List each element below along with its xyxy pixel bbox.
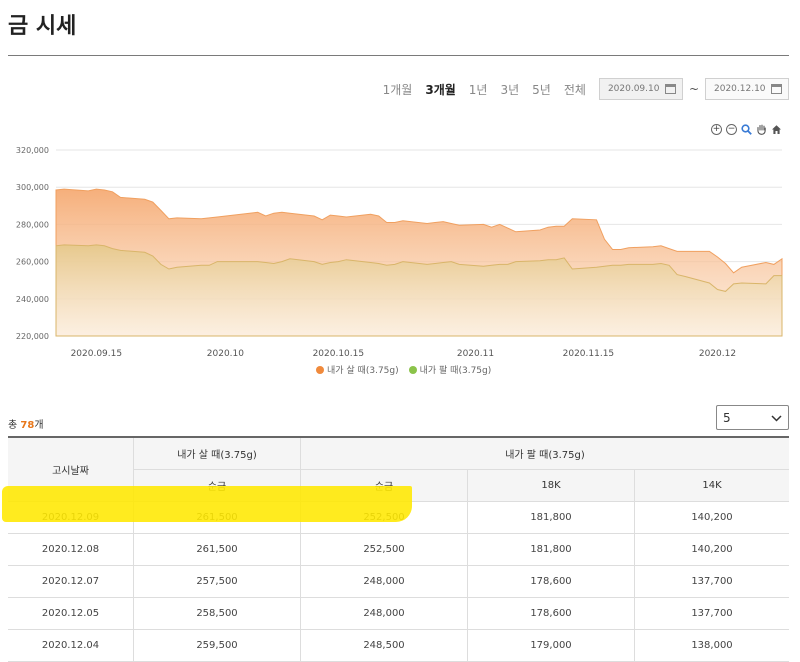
period-1m[interactable]: 1개월 [383, 81, 413, 98]
chart-legend: 내가 살 때(3.75g) 내가 팔 때(3.75g) [316, 363, 491, 376]
x-tick-label: 2020.11 [457, 349, 494, 358]
cell-sell-18k: 179,000 [467, 629, 635, 662]
period-filter: 1개월 3개월 1년 3년 5년 전체 2020.09.10 ~ 2020.12… [383, 78, 789, 100]
cell-sell-18k: 178,600 [467, 597, 635, 630]
total-count-prefix: 총 [8, 420, 21, 431]
col-header-sell: 내가 팔 때(3.75g) [300, 436, 789, 470]
table-row: 2020.12.08 261,500 252,500 181,800 140,2… [8, 533, 789, 566]
date-to-value: 2020.12.10 [714, 84, 766, 94]
date-from-input[interactable]: 2020.09.10 [598, 78, 683, 100]
legend-item-sell[interactable]: 내가 팔 때(3.75g) [408, 363, 492, 376]
zoom-out-icon[interactable]: − [726, 124, 737, 135]
calendar-icon[interactable] [664, 84, 676, 94]
x-tick-label: 2020.12 [699, 349, 736, 358]
date-from-value: 2020.09.10 [607, 84, 660, 94]
cell-buy-pure: 261,500 [133, 501, 301, 534]
col-header-14k: 14K [634, 469, 789, 502]
cell-buy-pure: 258,500 [133, 597, 301, 630]
y-tick-label: 280,000 [16, 220, 49, 229]
date-separator: ~ [688, 82, 699, 96]
col-header-date: 고시날짜 [8, 436, 134, 502]
y-tick-label: 220,000 [16, 332, 49, 341]
x-tick-label: 2020.10 [207, 349, 244, 358]
period-3m[interactable]: 3개월 [425, 81, 455, 98]
period-5y[interactable]: 5년 [532, 81, 551, 98]
period-1y[interactable]: 1년 [469, 81, 488, 98]
cell-sell-18k: 178,600 [467, 565, 635, 598]
total-count-number: 78 [20, 420, 35, 431]
period-all[interactable]: 전체 [564, 81, 586, 98]
cell-date: 2020.12.09 [8, 501, 134, 534]
y-tick-label: 320,000 [16, 146, 49, 155]
cell-sell-14k: 137,700 [634, 597, 789, 630]
cell-sell-pure: 248,500 [300, 629, 468, 662]
cell-date: 2020.12.08 [8, 533, 134, 566]
zoom-in-icon[interactable]: + [711, 124, 722, 135]
date-to-input[interactable]: 2020.12.10 [705, 78, 789, 100]
x-tick-label: 2020.09.15 [71, 349, 123, 358]
cell-sell-pure: 252,500 [300, 533, 468, 566]
legend-label-buy: 내가 살 때(3.75g) [327, 366, 399, 376]
cell-sell-18k: 181,800 [467, 501, 635, 534]
x-axis-ticks: 2020.09.15 2020.10 2020.10.15 2020.11 2020.1… [71, 349, 737, 358]
period-3y[interactable]: 3년 [500, 81, 519, 98]
price-chart: 320,000 300,000 280,000 260,000 240,000 220,0… [16, 146, 783, 358]
y-axis-ticks: 320,000 300,000 280,000 260,000 240,000 220,0… [16, 146, 49, 341]
col-header-18k: 18K [467, 469, 635, 502]
cell-sell-pure: 248,000 [300, 597, 468, 630]
cell-sell-14k: 140,200 [634, 501, 789, 534]
col-header-buy: 내가 살 때(3.75g) [133, 436, 301, 470]
hand-pan-icon[interactable] [756, 124, 767, 135]
cell-sell-14k: 138,000 [634, 629, 789, 662]
page-size-value: 5 [723, 410, 731, 425]
y-tick-label: 240,000 [16, 295, 49, 304]
cell-sell-14k: 137,700 [634, 565, 789, 598]
table-row: 2020.12.04 259,500 248,500 179,000 138,0… [8, 629, 789, 662]
chevron-down-icon [771, 411, 782, 425]
legend-item-buy[interactable]: 내가 살 때(3.75g) [316, 363, 399, 376]
cell-date: 2020.12.05 [8, 597, 134, 630]
page-title: 금 시세 [8, 14, 77, 39]
price-table: 고시날짜 내가 살 때(3.75g) 내가 팔 때(3.75g) 순금 순금 1… [8, 436, 789, 662]
cell-sell-14k: 140,200 [634, 533, 789, 566]
chart-toolbar: + − [711, 124, 782, 135]
legend-dot-buy [316, 365, 324, 374]
calendar-icon[interactable] [771, 84, 782, 94]
cell-date: 2020.12.04 [8, 629, 134, 662]
magnify-icon[interactable] [741, 124, 752, 135]
cell-sell-pure: 252,500 [300, 501, 468, 534]
x-tick-label: 2020.11.15 [563, 349, 615, 358]
cell-sell-18k: 181,800 [467, 533, 635, 566]
cell-buy-pure: 257,500 [133, 565, 301, 598]
y-tick-label: 300,000 [16, 183, 49, 192]
legend-label-sell: 내가 팔 때(3.75g) [419, 366, 492, 376]
table-row: 2020.12.05 258,500 248,000 178,600 137,7… [8, 597, 789, 630]
cell-buy-pure: 259,500 [133, 629, 301, 662]
page-size-select[interactable]: 5 [716, 405, 789, 430]
title-divider [8, 55, 789, 56]
legend-dot-sell [408, 365, 417, 374]
table-row: 2020.12.09 261,500 252,500 181,800 140,2… [8, 501, 789, 534]
cell-buy-pure: 261,500 [133, 533, 301, 566]
table-row: 2020.12.07 257,500 248,000 178,600 137,7… [8, 565, 789, 598]
x-tick-label: 2020.10.15 [313, 349, 365, 358]
cell-sell-pure: 248,000 [300, 565, 468, 598]
col-header-buy-pure: 순금 [133, 469, 301, 502]
total-count-suffix: 개 [34, 420, 44, 431]
y-tick-label: 260,000 [16, 258, 49, 267]
cell-date: 2020.12.07 [8, 565, 134, 598]
home-icon[interactable] [771, 124, 782, 135]
col-header-sell-pure: 순금 [300, 469, 468, 502]
total-count: 총 78개 [8, 416, 44, 431]
